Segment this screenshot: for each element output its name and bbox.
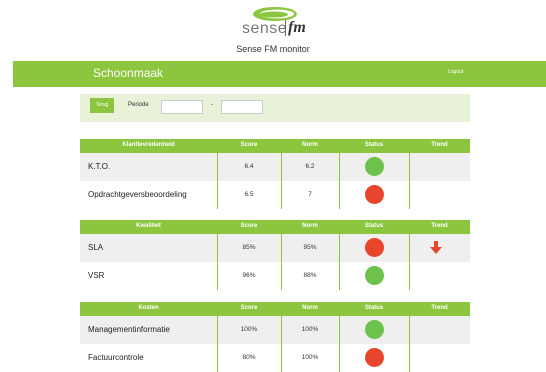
kpi-norm: 88%: [303, 272, 317, 279]
status-red-indicator: [365, 348, 384, 367]
column-divider: [339, 316, 340, 344]
table-row[interactable]: Factuurcontrole 80% 100%: [80, 344, 470, 372]
column-header-score: Score: [240, 142, 258, 148]
column-divider: [339, 344, 340, 372]
kpi-score: 100%: [240, 326, 258, 333]
period-label: Periode: [128, 102, 149, 108]
column-header-score: Score: [240, 305, 258, 311]
status-red-indicator: [365, 185, 384, 204]
status-red-indicator: [365, 238, 384, 257]
column-divider: [339, 262, 340, 290]
column-divider: [339, 181, 340, 209]
sense-fm-logo: sense fm: [242, 6, 306, 44]
column-header-status: Status: [364, 305, 384, 311]
period-filter: Terug Periode -: [80, 94, 470, 122]
kpi-name: K.T.O.: [88, 162, 111, 171]
status-green-indicator: [365, 320, 384, 339]
kpi-norm: 6.2: [305, 163, 315, 170]
status-green-indicator: [365, 266, 384, 285]
period-to-input[interactable]: [221, 100, 263, 114]
column-divider: [409, 344, 410, 372]
column-header-status: Status: [364, 223, 384, 229]
table-header: Klanttevredenheid Score Norm Status Trend: [80, 139, 470, 153]
period-separator: -: [211, 102, 213, 108]
kpi-norm: 7: [308, 191, 312, 198]
column-header-norm: Norm: [302, 223, 318, 229]
kpi-section: Kwaliteit Score Norm Status Trend SLA 85% 95% VS…: [80, 220, 470, 290]
kpi-name: Managementinformatie: [88, 325, 170, 334]
kpi-norm: 95%: [303, 244, 317, 251]
monitor-title: Sense FM monitor: [236, 44, 310, 54]
trend-down-arrow-icon: [430, 241, 442, 259]
kpi-score: 85%: [242, 244, 256, 251]
kpi-section: Kosten Score Norm Status Trend Managementinfo…: [80, 302, 470, 372]
status-green-indicator: [365, 157, 384, 176]
logo-fm: fm: [288, 19, 306, 36]
kpi-score: 6.5: [244, 191, 254, 198]
kpi-name: VSR: [88, 271, 105, 280]
table-row[interactable]: VSR 96% 88%: [80, 262, 470, 290]
column-header-trend: Trend: [431, 223, 448, 229]
table-row[interactable]: K.T.O. 6.4 6.2: [80, 153, 470, 181]
column-divider: [409, 181, 410, 209]
column-header-trend: Trend: [431, 305, 448, 311]
column-divider: [339, 153, 340, 181]
table-header: Kosten Score Norm Status Trend: [80, 302, 470, 316]
kpi-section: Klanttevredenheid Score Norm Status Trend K.T…: [80, 139, 470, 209]
logo-divider: [285, 20, 286, 36]
page-title: Schoonmaak: [93, 66, 164, 80]
column-header-norm: Norm: [302, 142, 318, 148]
kpi-name: Opdrachtgeversbeoordeling: [88, 190, 187, 199]
column-divider: [409, 153, 410, 181]
kpi-score: 96%: [242, 272, 256, 279]
table-row[interactable]: Managementinformatie 100% 100%: [80, 316, 470, 344]
kpi-norm: 100%: [301, 326, 319, 333]
table-row[interactable]: Opdrachtgeversbeoordeling 6.5 7: [80, 181, 470, 209]
back-button[interactable]: Terug: [90, 98, 114, 113]
table-row[interactable]: SLA 85% 95%: [80, 234, 470, 262]
logout-link[interactable]: Logout: [448, 69, 463, 75]
column-divider: [409, 234, 410, 262]
column-header-category: Kwaliteit: [136, 223, 161, 229]
column-divider: [339, 234, 340, 262]
column-header-score: Score: [240, 223, 258, 229]
column-header-category: Kosten: [138, 305, 159, 311]
kpi-score: 6.4: [244, 163, 254, 170]
kpi-name: Factuurcontrole: [88, 353, 144, 362]
top-bar: Schoonmaak Logout: [13, 61, 546, 87]
column-header-category: Klanttevredenheid: [122, 142, 175, 148]
table-header: Kwaliteit Score Norm Status Trend: [80, 220, 470, 234]
column-divider: [409, 316, 410, 344]
kpi-name: SLA: [88, 243, 104, 252]
kpi-score: 80%: [242, 354, 256, 361]
column-header-status: Status: [364, 142, 384, 148]
logo-wordmark: sense: [242, 20, 288, 37]
period-from-input[interactable]: [161, 100, 203, 114]
column-header-norm: Norm: [302, 305, 318, 311]
kpi-norm: 100%: [301, 354, 319, 361]
column-header-trend: Trend: [431, 142, 448, 148]
header: sense fm Sense FM monitor: [0, 0, 546, 60]
column-divider: [409, 262, 410, 290]
